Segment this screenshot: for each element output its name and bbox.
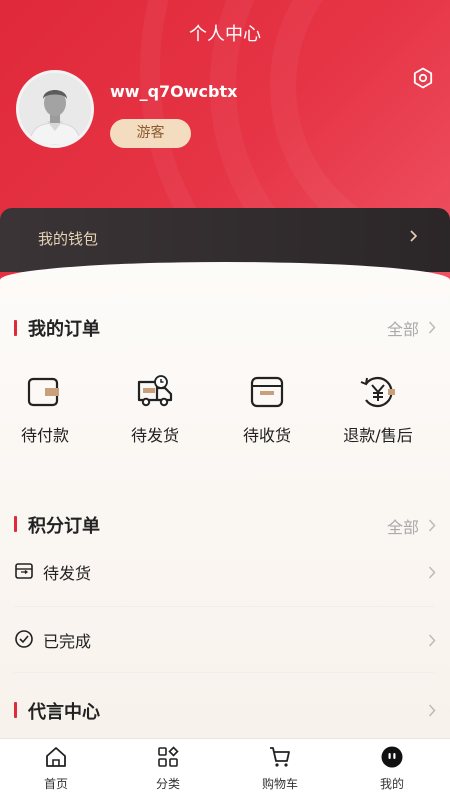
refund-yen-icon [360,376,395,408]
my-orders-title: 我的订单 [28,319,100,340]
tab-label: 首页 [43,777,68,791]
tab-home[interactable]: 首页 [0,739,112,801]
order-pending-payment[interactable]: 待付款 [0,372,90,446]
order-pending-receipt[interactable]: 待收货 [222,372,312,446]
points-orders-see-all[interactable]: 全部 [387,514,419,538]
profile-icon [381,746,403,768]
order-label: 待收货 [242,426,291,445]
tab-label: 购物车 [261,777,298,791]
user-avatar-icon [19,73,91,145]
divider [14,672,434,673]
page-title: 个人中心 [189,24,261,45]
tab-profile[interactable]: 我的 [336,739,448,801]
chevron-right-icon [428,704,436,717]
order-refund-aftersale[interactable]: 退款/售后 [333,372,423,446]
section-accent-bar [14,516,17,532]
section-accent-bar [14,702,17,718]
pending-shipment-icon [15,563,33,579]
settings-gear-icon[interactable] [411,66,435,90]
points-completed-row[interactable]: 已完成 [0,610,450,670]
tab-label: 我的 [379,777,404,791]
order-label: 退款/售后 [343,426,413,445]
points-orders-title: 积分订单 [28,516,100,537]
row-label: 待发货 [43,564,92,583]
username: ww_q7Owcbtx [110,82,238,101]
section-accent-bar [14,320,17,336]
chevron-right-icon [410,230,418,242]
tab-category[interactable]: 分类 [112,739,224,801]
tab-cart[interactable]: 购物车 [224,739,336,801]
delivery-truck-icon [137,375,173,407]
package-box-icon [250,376,284,408]
ambassador-title: 代言中心 [28,702,100,723]
content-panel: 我的订单 全部 待付款 待发货 待收货 退款/售后 积分订单 全部 待发货 已完… [0,262,450,738]
order-pending-shipment[interactable]: 待发货 [110,372,200,446]
my-orders-see-all[interactable]: 全部 [387,316,419,340]
cart-icon [270,747,290,767]
bottom-tab-bar: 首页 分类 购物车 我的 [0,738,450,801]
chevron-right-icon [428,519,436,532]
order-label: 待付款 [20,426,69,445]
order-label: 待发货 [130,426,179,445]
ambassador-center-row[interactable]: 代言中心 [0,690,450,734]
chevron-right-icon [428,634,436,647]
points-pending-shipment-row[interactable]: 待发货 [0,542,450,602]
wallet-label: 我的钱包 [38,230,99,248]
chevron-right-icon [428,321,436,334]
divider [14,606,434,607]
role-badge: 游客 [110,119,191,148]
avatar[interactable] [16,70,94,148]
tab-label: 分类 [155,777,180,791]
home-icon [46,747,66,767]
category-icon [158,746,179,767]
row-label: 已完成 [43,632,92,651]
check-circle-icon [15,630,33,648]
chevron-right-icon [428,566,436,579]
wallet-icon [27,377,59,407]
